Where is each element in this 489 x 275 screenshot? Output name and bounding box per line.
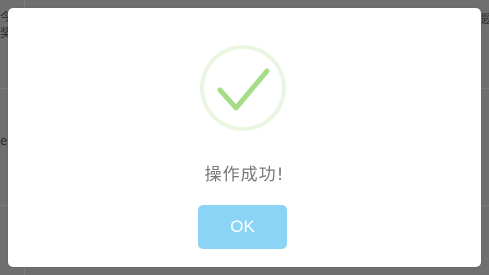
- success-checkmark-icon: [199, 44, 287, 132]
- ok-button[interactable]: OK: [198, 205, 287, 249]
- dialog-message: 操作成功!: [204, 165, 285, 185]
- background-text: 题: [481, 12, 489, 26]
- success-dialog: 操作成功! OK: [8, 8, 481, 267]
- background-text: e: [0, 134, 8, 148]
